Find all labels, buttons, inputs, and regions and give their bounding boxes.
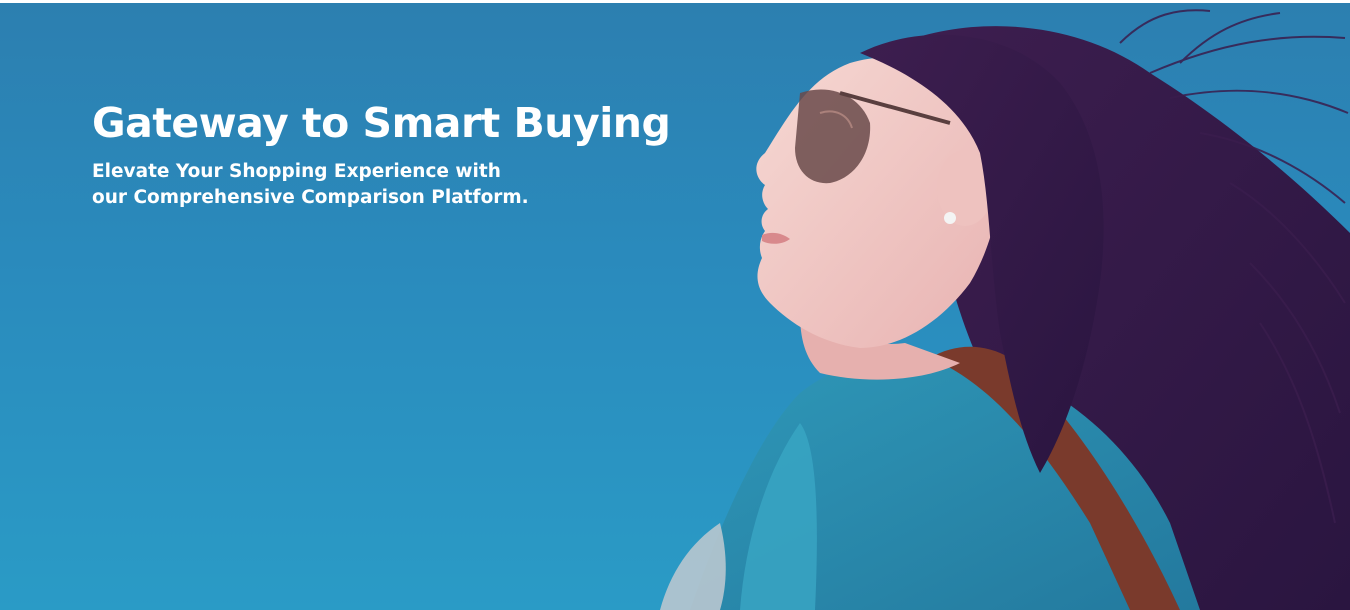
hero-title: Gateway to Smart Buying bbox=[92, 99, 671, 147]
woman-with-sunglasses-photo bbox=[660, 9, 1350, 610]
hero-subtitle: Elevate Your Shopping Experience with ou… bbox=[92, 161, 529, 208]
earring bbox=[944, 212, 956, 224]
hero-text: Gateway to Smart Buying Elevate Your Sho… bbox=[92, 97, 671, 211]
hero-banner: Gateway to Smart Buying Elevate Your Sho… bbox=[0, 3, 1350, 610]
